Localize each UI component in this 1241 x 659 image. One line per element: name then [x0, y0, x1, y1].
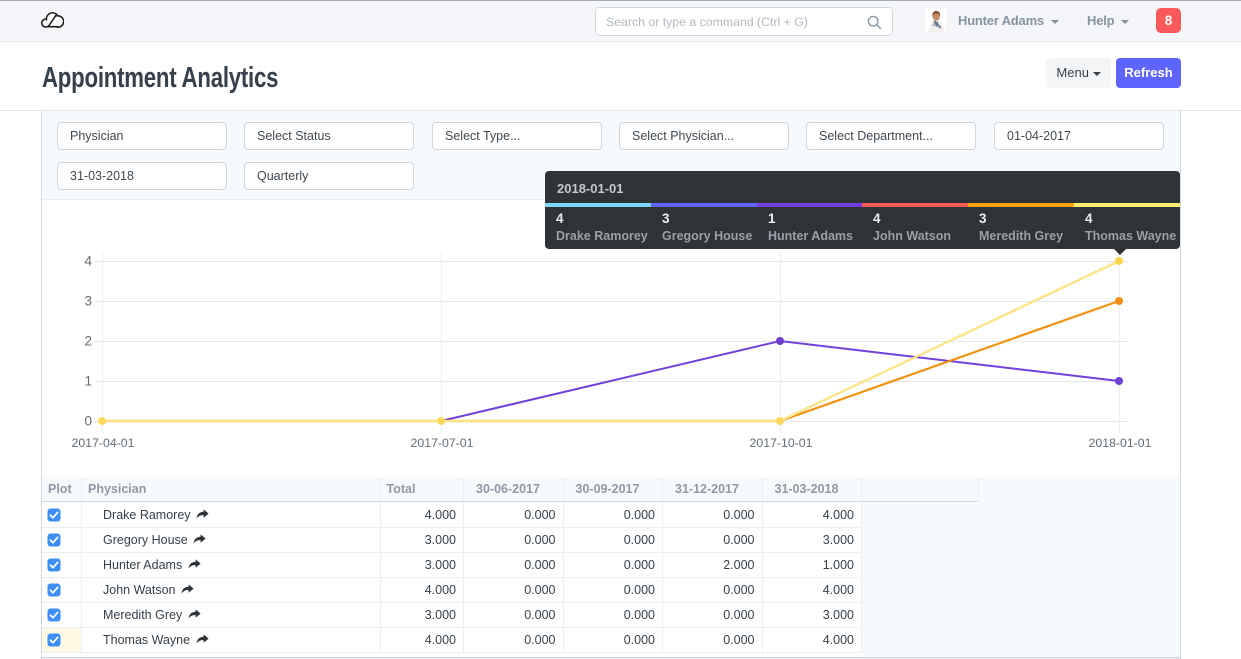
svg-text:3: 3 — [84, 294, 92, 309]
svg-text:2: 2 — [84, 334, 92, 349]
svg-text:0: 0 — [84, 414, 92, 429]
svg-text:2017-07-01: 2017-07-01 — [411, 436, 474, 450]
svg-text:4: 4 — [84, 254, 92, 269]
svg-text:2017-10-01: 2017-10-01 — [750, 436, 813, 450]
svg-text:1: 1 — [84, 374, 92, 389]
svg-text:2018-01-01: 2018-01-01 — [1089, 436, 1152, 450]
svg-text:2017-04-01: 2017-04-01 — [72, 436, 135, 450]
